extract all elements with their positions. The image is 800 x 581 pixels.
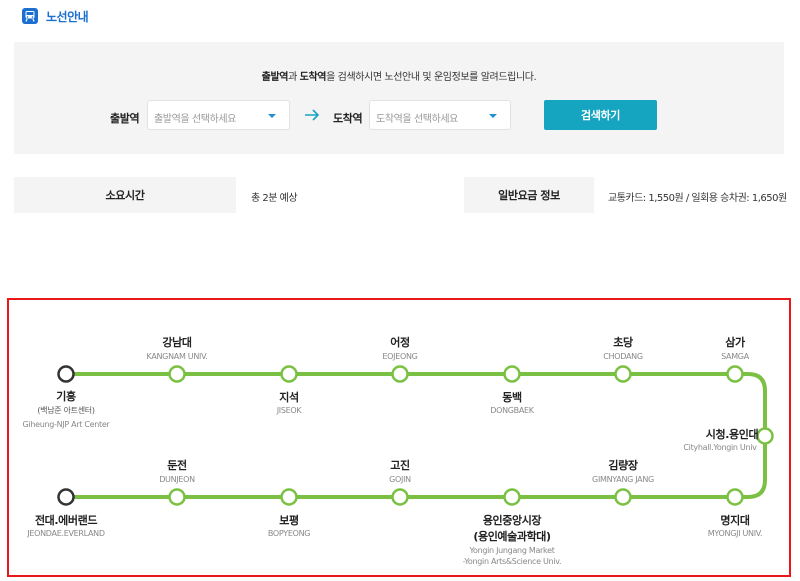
station-eng-gojin: GOJIN: [389, 475, 411, 484]
station-eng-chodang: CHODANG: [603, 352, 643, 361]
station-name-samga: 삼가: [725, 336, 745, 349]
station-name-kangnam: 강남대: [162, 336, 192, 349]
station-marker-dongbaek[interactable]: [503, 365, 521, 383]
station-name-eojeong: 어정: [390, 336, 410, 349]
station-eng-jiseok: JISEOK: [276, 406, 302, 415]
station-sub-giheung: (백남준 아트센터): [37, 406, 95, 415]
station-marker-yongin_jungang[interactable]: [503, 488, 521, 506]
station-name-jeondae: 전대.에버랜드: [34, 514, 98, 527]
station-marker-cityhall[interactable]: [756, 427, 774, 445]
station-eng-cityhall: Cityhall.Yongin Univ: [683, 443, 757, 452]
station-marker-samga[interactable]: [726, 365, 744, 383]
station-name-bopyeong: 보평: [279, 514, 299, 527]
station-eng-giheung: Giheung-NJP Art Center: [22, 420, 110, 429]
station-eng-myongji: MYONGJI UNIV.: [707, 529, 763, 538]
station-marker-giheung[interactable]: [57, 365, 75, 383]
station-marker-eojeong[interactable]: [391, 365, 409, 383]
station-name-gojin: 고진: [390, 459, 410, 472]
station-name-gimnyang: 김량장: [608, 459, 638, 472]
station-eng-dongbaek: DONGBAEK: [490, 406, 534, 415]
station-eng-bopyeong: BOPYEONG: [267, 529, 311, 538]
station-name-giheung: 기흥: [56, 390, 76, 403]
station-eng-jeondae: JEONDAE.EVERLAND: [27, 529, 105, 538]
route-line-diagram: [57, 365, 774, 506]
station-name-jiseok: 지석: [279, 391, 299, 404]
station-eng-dunjeon: DUNJEON: [159, 475, 195, 484]
station-marker-jeondae[interactable]: [57, 488, 75, 506]
station-eng-gimnyang: GIMNYANG JANG: [592, 475, 654, 484]
station-eng-eojeong: EOJEONG: [382, 352, 418, 361]
station-marker-dunjeon[interactable]: [168, 488, 186, 506]
station-marker-kangnam[interactable]: [168, 365, 186, 383]
station-marker-chodang[interactable]: [614, 365, 632, 383]
station-marker-jiseok[interactable]: [280, 365, 298, 383]
station-marker-gimnyang[interactable]: [614, 488, 632, 506]
station-name-cityhall: 시청.용인대: [705, 428, 759, 441]
station-eng-kangnam: KANGNAM UNIV.: [146, 352, 208, 361]
station-name2-yongin_jungang: (용인예술과학대): [473, 530, 551, 543]
station-marker-myongji[interactable]: [726, 488, 744, 506]
station-name-myongji: 명지대: [720, 514, 750, 527]
station-marker-gojin[interactable]: [391, 488, 409, 506]
station-name-yongin_jungang: 용인중앙시장: [482, 514, 542, 527]
station-name-dongbaek: 동백: [502, 391, 522, 404]
station-name-dunjeon: 둔전: [167, 459, 187, 472]
station-eng-samga: SAMGA: [721, 352, 749, 361]
station-eng2-yongin_jungang: -Yongin Arts&Science Univ.: [462, 557, 562, 566]
station-name-chodang: 초당: [613, 336, 633, 349]
station-marker-bopyeong[interactable]: [280, 488, 298, 506]
station-eng-yongin_jungang: Yongin Jungang Market: [469, 546, 555, 555]
